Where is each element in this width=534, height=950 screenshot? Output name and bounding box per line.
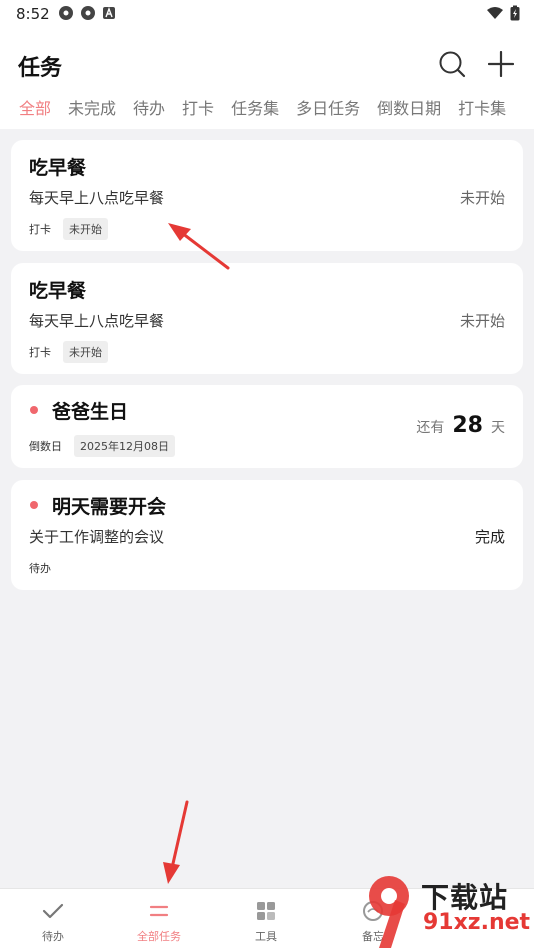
list-icon	[149, 899, 169, 923]
top-area: 8:52 任务 全部 未完成 待办 打卡 任务集 多日任务 倒数日期 打卡集	[0, 0, 534, 129]
tab-checkin-set[interactable]: 打卡集	[458, 96, 506, 126]
search-icon	[439, 51, 466, 78]
countdown-prefix: 还有	[416, 420, 445, 436]
tab-todo[interactable]: 待办	[133, 96, 165, 126]
task-type-tag: 打卡	[29, 346, 51, 359]
countdown-card[interactable]: 爸爸生日 倒数日 2025年12月08日 还有 28 天	[11, 385, 523, 468]
tab-countdown[interactable]: 倒数日期	[377, 96, 441, 126]
task-title: 吃早餐	[29, 157, 87, 179]
task-tags: 倒数日 2025年12月08日	[29, 435, 175, 457]
task-tags: 待办	[29, 560, 51, 576]
filter-tabs: 全部 未完成 待办 打卡 任务集 多日任务 倒数日期 打卡集	[0, 96, 534, 126]
nav-label: 工具	[255, 930, 277, 943]
task-status: 未开始	[459, 189, 505, 207]
task-description: 关于工作调整的会议	[29, 528, 165, 546]
task-state-tag: 未开始	[63, 341, 108, 363]
tab-incomplete[interactable]: 未完成	[68, 96, 116, 126]
a-notification-icon	[103, 7, 115, 19]
annotation-arrowhead	[163, 862, 180, 884]
status-bar: 8:52	[0, 0, 534, 30]
task-card[interactable]: 吃早餐 每天早上八点吃早餐 未开始 打卡 未开始	[11, 140, 523, 251]
status-system-icons	[486, 5, 520, 21]
tab-checkin[interactable]: 打卡	[182, 96, 214, 126]
task-tags: 打卡 未开始	[29, 218, 108, 240]
header: 任务	[0, 40, 534, 90]
nav-label: 全部任务	[137, 930, 181, 943]
task-description: 每天早上八点吃早餐	[29, 312, 165, 330]
nav-todo[interactable]: 待办	[0, 889, 106, 950]
task-state-tag: 未开始	[63, 218, 108, 240]
task-type-tag: 倒数日	[29, 440, 62, 453]
task-type-tag: 待办	[29, 562, 51, 575]
task-title: 吃早餐	[29, 280, 87, 302]
status-time: 8:52	[16, 5, 50, 23]
watermark-logo	[369, 876, 409, 948]
countdown-unit: 天	[491, 420, 505, 436]
app-notification-icon	[59, 6, 73, 20]
task-description: 每天早上八点吃早餐	[29, 189, 165, 207]
task-card[interactable]: 明天需要开会 关于工作调整的会议 完成 待办	[11, 480, 523, 590]
search-button[interactable]	[434, 46, 470, 82]
priority-dot	[30, 501, 38, 509]
task-type-tag: 打卡	[29, 223, 51, 236]
task-status: 完成	[474, 528, 505, 546]
nav-label: 待办	[42, 930, 64, 943]
grid-icon	[256, 899, 276, 923]
nav-tools[interactable]: 工具	[213, 889, 319, 950]
task-card[interactable]: 吃早餐 每天早上八点吃早餐 未开始 打卡 未开始	[11, 263, 523, 374]
tab-multi-day[interactable]: 多日任务	[296, 96, 360, 126]
task-tags: 打卡 未开始	[29, 341, 108, 363]
add-task-button[interactable]	[483, 46, 519, 82]
task-status: 未开始	[459, 312, 505, 330]
tab-all[interactable]: 全部	[19, 96, 51, 126]
battery-icon	[510, 5, 520, 21]
countdown-days: 28	[452, 413, 483, 438]
countdown-display: 还有 28 天	[416, 413, 505, 438]
wifi-icon	[487, 7, 503, 19]
countdown-date-tag: 2025年12月08日	[74, 435, 175, 457]
app-notification-icon	[81, 6, 95, 20]
page-title: 任务	[18, 56, 63, 81]
priority-dot	[30, 406, 38, 414]
tab-task-set[interactable]: 任务集	[231, 96, 279, 126]
check-icon	[42, 899, 64, 923]
watermark: 下载站 91xz.net	[359, 868, 534, 950]
status-notification-icons	[58, 5, 116, 21]
watermark-domain: 91xz.net	[423, 910, 531, 935]
plus-icon	[488, 51, 514, 77]
nav-all-tasks[interactable]: 全部任务	[106, 889, 212, 950]
task-title: 明天需要开会	[52, 496, 167, 518]
annotation-arrow	[170, 800, 189, 870]
task-title: 爸爸生日	[52, 401, 129, 423]
